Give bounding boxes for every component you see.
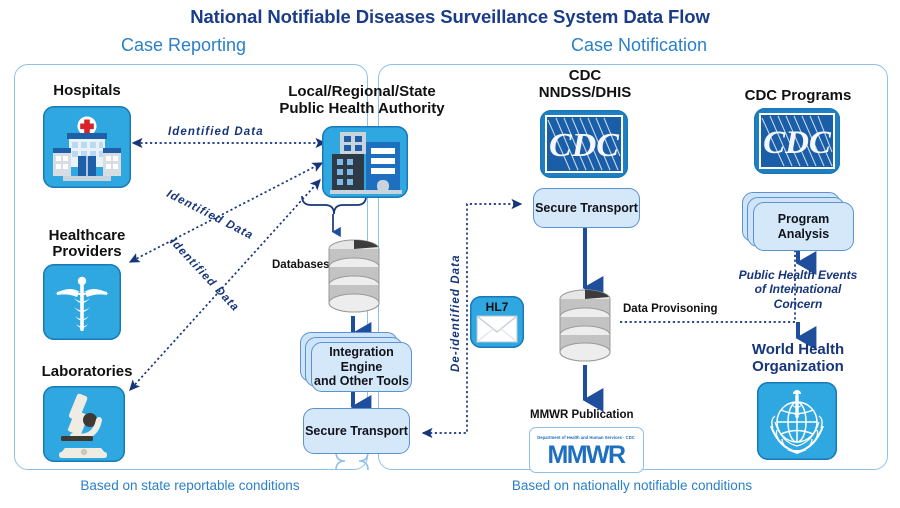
- diagram-canvas: National Notifiable Diseases Surveillanc…: [0, 0, 900, 508]
- phe-line3: Concern: [773, 296, 823, 311]
- label-public-health-events: Public Health Events of International Co…: [718, 268, 878, 311]
- label-mmwr-publication: MMWR Publication: [530, 409, 634, 421]
- authority-line2: Public Health Authority: [279, 99, 445, 117]
- authority-line1: Local/Regional/State: [288, 83, 436, 100]
- healthcare-providers-line1: Healthcare: [48, 227, 126, 244]
- hl7-envelope-icon: HL7: [470, 296, 524, 348]
- program-analysis-stack: Program Analysis: [742, 192, 854, 251]
- node-label-world-health-organization: World Health Organization: [718, 341, 878, 375]
- mmwr-subtext: Department of Health and Human Services …: [537, 435, 635, 440]
- secure-transport-right-box[interactable]: Secure Transport: [533, 188, 640, 228]
- caduceus-icon: [43, 264, 121, 340]
- phe-line2: of International: [754, 282, 842, 297]
- node-label-cdc-nndss: CDC NNDSS/DHIS: [505, 67, 665, 101]
- svg-text:CDC: CDC: [763, 125, 832, 161]
- program-analysis-label: Program Analysis: [778, 212, 829, 241]
- integration-engine-stack: Integration Engine and Other Tools: [300, 332, 412, 392]
- integration-engine-label: Integration Engine and Other Tools: [312, 345, 411, 388]
- page-title: National Notifiable Diseases Surveillanc…: [190, 6, 710, 27]
- healthcare-providers-line2: Providers: [52, 242, 122, 260]
- mmwr-wordmark: MMWR: [548, 441, 626, 469]
- mmwr-logo: Department of Health and Human Services …: [529, 427, 644, 473]
- cdc-database-icon: [558, 288, 612, 366]
- phe-line1: Public Health Events: [738, 268, 858, 282]
- caption-case-notification: Based on nationally notifiable condition…: [511, 478, 753, 493]
- annotation-identified-data-1: Identified Data: [168, 126, 264, 138]
- node-label-hospitals: Hospitals: [53, 82, 121, 99]
- who-line1: World Health: [751, 341, 845, 358]
- secure-transport-left-box[interactable]: Secure Transport: [303, 408, 410, 454]
- annotation-data-provisioning: Data Provisoning: [623, 303, 718, 315]
- node-label-public-health-authority: Local/Regional/State Public Health Autho…: [262, 83, 462, 117]
- cdc-nndss-line1: CDC: [568, 67, 602, 84]
- label-databases: Databases: [272, 259, 330, 271]
- integration-engine-line1: Integration Engine: [329, 345, 394, 374]
- integration-engine-line2: and Other Tools: [314, 374, 409, 389]
- cdc-nndss-line2: NNDSS/DHIS: [538, 83, 632, 101]
- integration-engine-box[interactable]: Integration Engine and Other Tools: [311, 342, 412, 392]
- microscope-icon: [43, 386, 125, 462]
- program-analysis-box[interactable]: Program Analysis: [753, 202, 854, 251]
- hospital-icon: [43, 106, 131, 188]
- cdc-logo-icon-nndss: CDC: [540, 110, 628, 178]
- annotation-deidentified-data: De-identified Data: [450, 254, 462, 372]
- node-label-healthcare-providers: Healthcare Providers: [22, 228, 152, 260]
- cdc-logo-icon-programs: CDC: [754, 108, 840, 174]
- node-label-cdc-programs: CDC Programs: [744, 87, 852, 104]
- databases-icon: [327, 237, 381, 317]
- program-analysis-line2: Analysis: [777, 226, 830, 241]
- svg-text:CDC: CDC: [549, 127, 619, 164]
- public-health-authority-icon: [322, 126, 408, 198]
- svg-text:HL7: HL7: [486, 300, 509, 314]
- program-analysis-line1: Program: [777, 212, 830, 227]
- caption-case-reporting: Based on state reportable conditions: [80, 478, 300, 493]
- node-label-laboratories: Laboratories: [41, 363, 133, 380]
- who-line2: Organization: [752, 357, 844, 375]
- section-heading-case-notification: Case Notification: [570, 35, 708, 55]
- section-heading-case-reporting: Case Reporting: [120, 35, 247, 55]
- who-logo-icon: [757, 382, 837, 460]
